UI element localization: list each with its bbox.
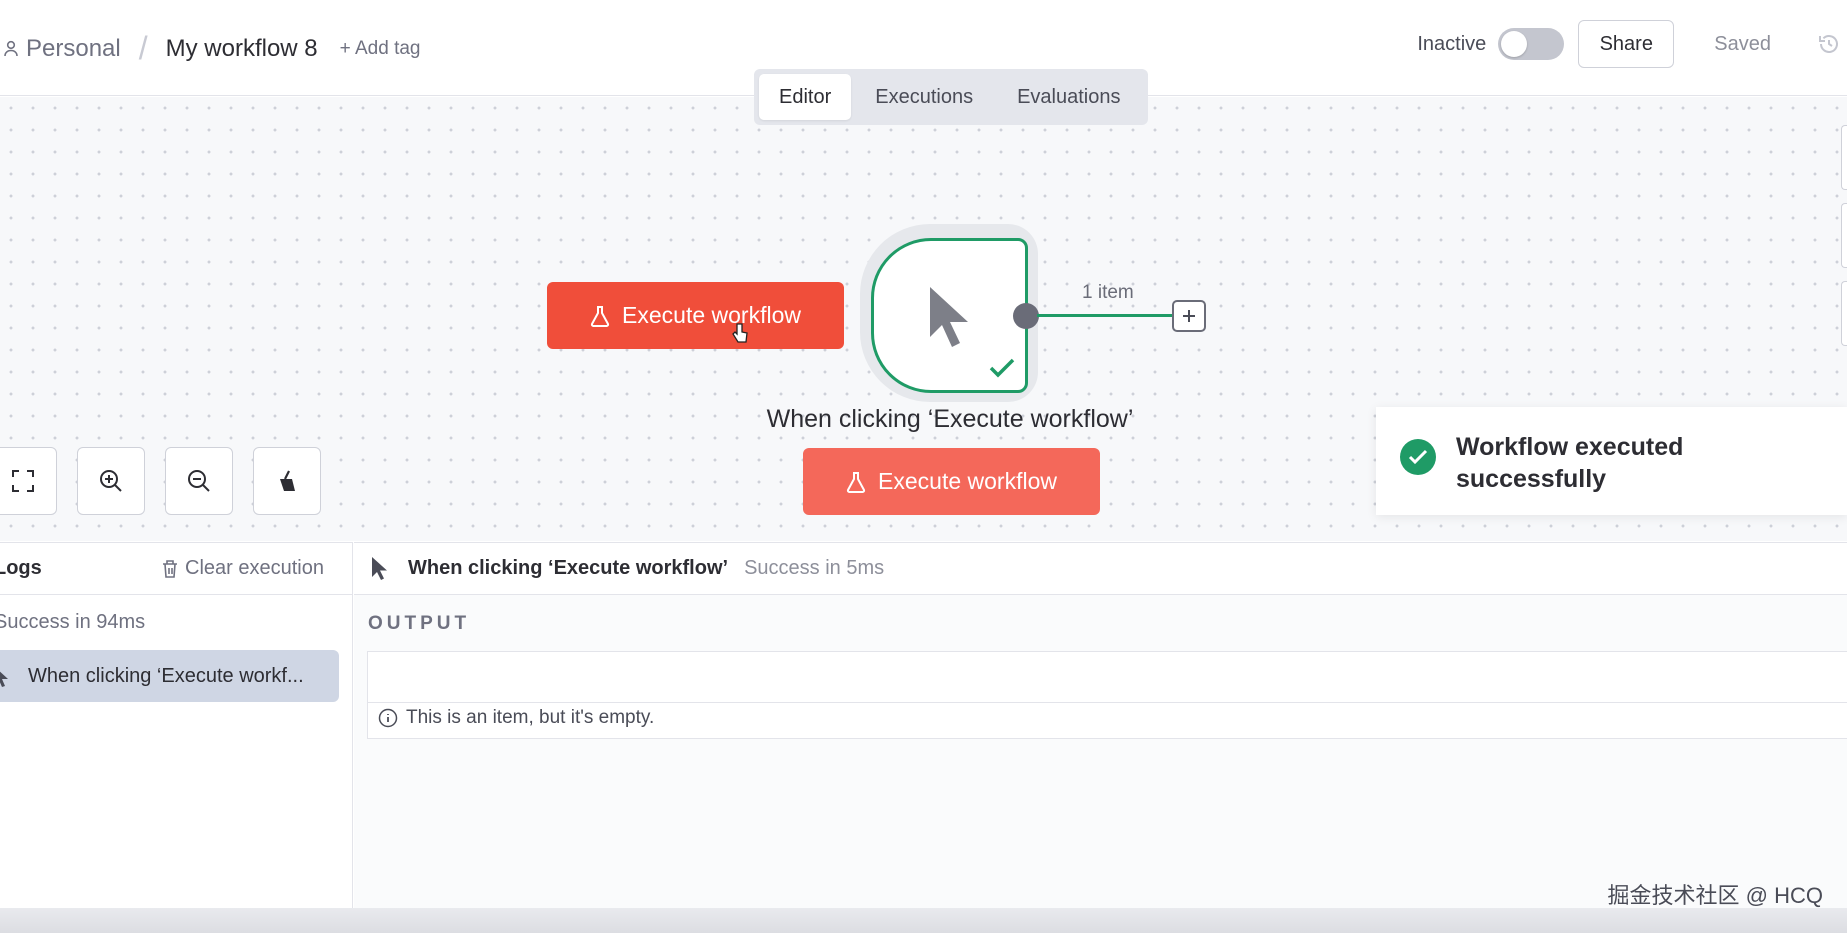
- execute-workflow-button-secondary[interactable]: Execute workflow: [803, 448, 1100, 515]
- project-name: Personal: [26, 34, 121, 62]
- trash-icon: [163, 559, 178, 578]
- output-panel: When clicking ‘Execute workflow’ Success…: [354, 542, 1847, 933]
- output-section-label: OUTPUT: [368, 613, 471, 634]
- output-connection: [1037, 314, 1173, 317]
- breadcrumb-separator: /: [138, 30, 148, 66]
- right-side-tab[interactable]: [1841, 281, 1847, 346]
- watermark: 掘金技术社区 @ HCQ: [1607, 883, 1823, 908]
- saved-status: Saved: [1714, 32, 1771, 55]
- fit-view-icon: [12, 470, 34, 492]
- zoom-out-button[interactable]: [165, 447, 233, 515]
- clear-execution-button[interactable]: Clear execution: [161, 557, 324, 580]
- success-check-icon: [989, 358, 1015, 378]
- empty-item-notice: This is an item, but it's empty.: [378, 707, 654, 729]
- log-entry-label: When clicking ‘Execute workf...: [28, 664, 304, 687]
- node-label: When clicking ‘Execute workflow’: [766, 405, 1134, 433]
- logs-header: Logs Clear execution: [0, 543, 352, 595]
- output-item-box: This is an item, but it's empty.: [367, 651, 1847, 739]
- node-output-handle[interactable]: [1013, 303, 1039, 329]
- project-link[interactable]: Personal: [4, 35, 121, 63]
- zoom-in-icon: [100, 470, 122, 492]
- broom-icon: [280, 470, 295, 491]
- logs-panel: Logs Clear execution Success in 94ms Whe…: [0, 542, 353, 933]
- tab-executions[interactable]: Executions: [855, 74, 993, 120]
- execute-workflow-button[interactable]: Execute workflow: [547, 282, 844, 349]
- hand-cursor-icon: [732, 323, 748, 343]
- add-tag-button[interactable]: + Add tag: [340, 38, 421, 60]
- flask-icon: [846, 471, 866, 493]
- output-node-status: Success in 5ms: [744, 557, 885, 579]
- cursor-icon: [372, 556, 387, 580]
- cursor-icon: [930, 287, 968, 347]
- execute-workflow-label: Execute workflow: [622, 302, 801, 328]
- bottom-bar: [0, 908, 1847, 933]
- execute-workflow-secondary-label: Execute workflow: [878, 468, 1057, 494]
- zoom-out-icon: [188, 470, 210, 492]
- tab-editor[interactable]: Editor: [759, 74, 852, 120]
- info-icon: [378, 708, 398, 728]
- output-header: When clicking ‘Execute workflow’ Success…: [354, 543, 1847, 595]
- user-icon: [4, 40, 18, 56]
- edge-item-count: 1 item: [1082, 282, 1134, 303]
- clear-execution-label: Clear execution: [185, 557, 324, 579]
- logs-run-status: Success in 94ms: [0, 611, 146, 633]
- manual-trigger-node[interactable]: [871, 238, 1028, 393]
- workflow-name[interactable]: My workflow 8: [166, 35, 318, 63]
- add-node-button[interactable]: [1172, 300, 1206, 332]
- active-toggle[interactable]: [1498, 28, 1565, 60]
- right-side-tab[interactable]: [1841, 203, 1847, 268]
- active-status-label: Inactive: [1417, 32, 1487, 55]
- success-check-icon: [1400, 439, 1436, 475]
- cursor-icon: [0, 671, 8, 687]
- right-side-tab[interactable]: [1841, 125, 1847, 190]
- fit-view-button[interactable]: [0, 447, 57, 515]
- tidy-up-button[interactable]: [253, 447, 321, 515]
- toggle-knob: [1501, 31, 1528, 57]
- header-actions: Inactive Share Saved: [1417, 20, 1847, 68]
- flask-icon: [590, 305, 610, 327]
- tab-evaluations[interactable]: Evaluations: [997, 74, 1140, 120]
- view-tabs: Editor Executions Evaluations: [754, 69, 1148, 125]
- output-node-name: When clicking ‘Execute workflow’: [408, 557, 729, 579]
- log-entry[interactable]: When clicking ‘Execute workf...: [0, 650, 339, 702]
- zoom-in-button[interactable]: [77, 447, 145, 515]
- breadcrumb: Personal / My workflow 8 + Add tag: [4, 30, 420, 67]
- plus-icon: [1183, 310, 1195, 322]
- toast-message: Workflow executed successfully: [1456, 433, 1684, 493]
- share-button[interactable]: Share: [1578, 20, 1675, 68]
- empty-item-message: This is an item, but it's empty.: [406, 707, 655, 728]
- logs-title: Logs: [0, 557, 42, 579]
- output-divider: [368, 702, 1847, 703]
- success-toast: Workflow executed successfully: [1376, 407, 1847, 515]
- history-icon[interactable]: [1817, 32, 1841, 56]
